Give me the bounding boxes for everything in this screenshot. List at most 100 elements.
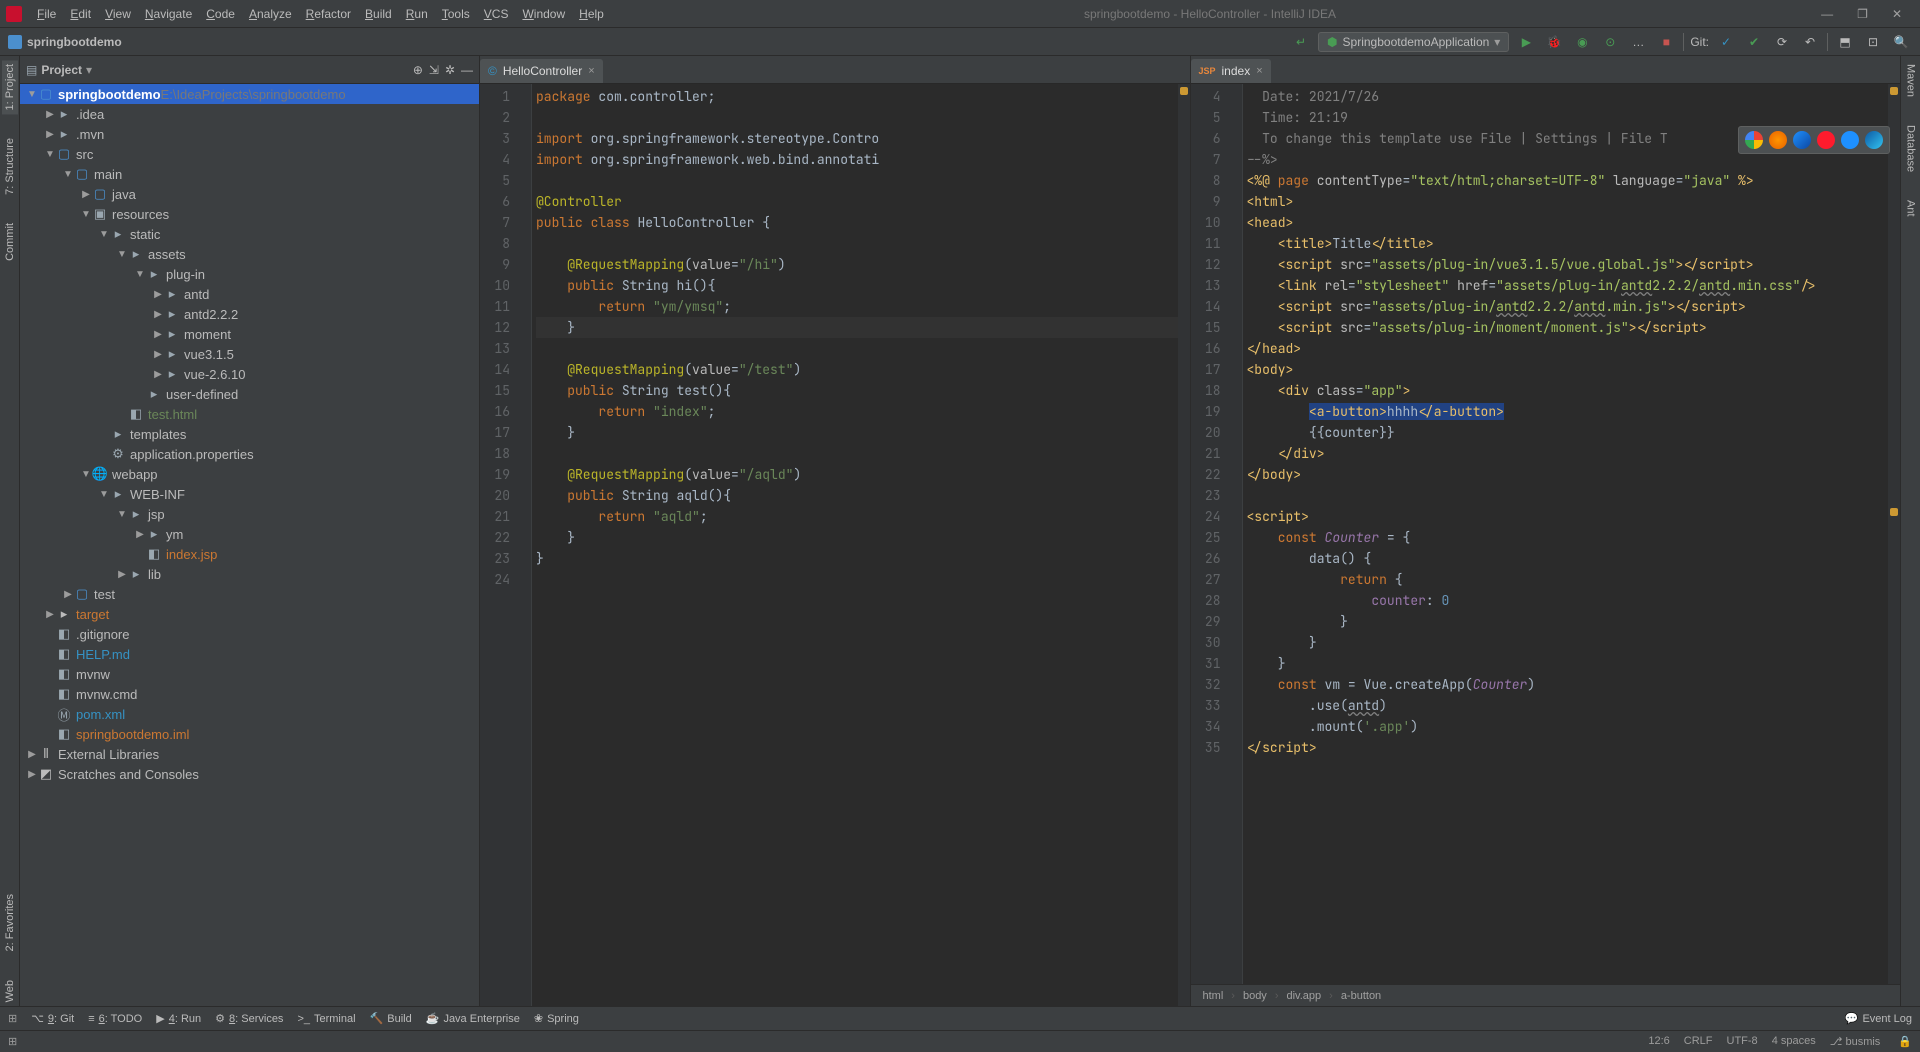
git-branch[interactable]: ⎇ busmis — [1830, 1035, 1881, 1048]
tree-item[interactable]: Ⓜpom.xml — [20, 704, 479, 724]
git-rollback-button[interactable]: ↶ — [1799, 31, 1821, 53]
tree-item[interactable]: ▼🌐webapp — [20, 464, 479, 484]
bottom-spring[interactable]: ❀Spring — [534, 1012, 579, 1025]
tree-item[interactable]: ◧mvnw — [20, 664, 479, 684]
menu-navigate[interactable]: Navigate — [138, 4, 199, 24]
maximize-button[interactable]: ❐ — [1845, 7, 1880, 21]
bottom-todo[interactable]: ≡6: TODO — [88, 1012, 142, 1025]
git-history-button[interactable]: ⟳ — [1771, 31, 1793, 53]
search-icon[interactable]: 🔍 — [1890, 31, 1912, 53]
tree-item[interactable]: ▶▸target — [20, 604, 479, 624]
hammer-back-icon[interactable]: ↵ — [1290, 31, 1312, 53]
menu-edit[interactable]: Edit — [63, 4, 98, 24]
search-everywhere-button[interactable]: ⊡ — [1862, 31, 1884, 53]
tree-item[interactable]: ◧index.jsp — [20, 544, 479, 564]
run-button[interactable]: ▶ — [1515, 31, 1537, 53]
tree-item[interactable]: ▼▣resources — [20, 204, 479, 224]
tree-item[interactable]: ▸user-defined — [20, 384, 479, 404]
tree-item[interactable]: ▼▸static — [20, 224, 479, 244]
tree-item[interactable]: ▶▸vue3.1.5 — [20, 344, 479, 364]
profile-button[interactable]: ⊙ — [1599, 31, 1621, 53]
edge-icon[interactable] — [1865, 131, 1883, 149]
bottom-terminal[interactable]: >_Terminal — [297, 1012, 355, 1025]
settings-button[interactable]: ✲ — [445, 63, 455, 77]
tree-item[interactable]: ▼▸WEB-INF — [20, 484, 479, 504]
menu-vcs[interactable]: VCS — [477, 4, 516, 24]
tree-item[interactable]: ▼▢src — [20, 144, 479, 164]
git-commit-button[interactable]: ✔ — [1743, 31, 1765, 53]
lock-icon[interactable]: 🔒 — [1898, 1035, 1912, 1048]
menu-file[interactable]: File — [30, 4, 63, 24]
minimize-button[interactable]: — — [1809, 7, 1845, 21]
git-update-button[interactable]: ✓ — [1715, 31, 1737, 53]
menu-tools[interactable]: Tools — [435, 4, 477, 24]
close-button[interactable]: ✕ — [1880, 7, 1914, 21]
cursor-position[interactable]: 12:6 — [1648, 1035, 1669, 1048]
line-sep[interactable]: CRLF — [1684, 1035, 1713, 1048]
tree-item[interactable]: ▶▸.idea — [20, 104, 479, 124]
bottom-services[interactable]: ⚙8: Services — [215, 1012, 283, 1025]
side-tab-web[interactable]: Web — [2, 976, 18, 1006]
tree-item[interactable]: ▶▸.mvn — [20, 124, 479, 144]
tree-item[interactable]: ▶▸vue-2.6.10 — [20, 364, 479, 384]
code-area-right[interactable]: 4567891011121314151617181920212223242526… — [1191, 84, 1901, 984]
tree-item[interactable]: ▶▸antd2.2.2 — [20, 304, 479, 324]
firefox-icon[interactable] — [1769, 131, 1787, 149]
menu-help[interactable]: Help — [572, 4, 611, 24]
attach-button[interactable]: … — [1627, 31, 1649, 53]
side-tab-database[interactable]: Database — [1903, 121, 1919, 176]
indent[interactable]: 4 spaces — [1772, 1035, 1816, 1048]
menu-window[interactable]: Window — [515, 4, 572, 24]
tree-item[interactable]: ▶▸moment — [20, 324, 479, 344]
debug-button[interactable]: 🐞 — [1543, 31, 1565, 53]
code-area-left[interactable]: 123456789101112131415161718192021222324 … — [480, 84, 1190, 1006]
tree-item[interactable]: ▶▢test — [20, 584, 479, 604]
bottom-build[interactable]: 🔨Build — [370, 1012, 412, 1025]
tree-item[interactable]: ◧mvnw.cmd — [20, 684, 479, 704]
bottom-javaenterprise[interactable]: ☕Java Enterprise — [426, 1012, 520, 1025]
opera-icon[interactable] — [1817, 131, 1835, 149]
tree-item[interactable]: ◧HELP.md — [20, 644, 479, 664]
ide-update-button[interactable]: ⬒ — [1834, 31, 1856, 53]
menu-analyze[interactable]: Analyze — [242, 4, 299, 24]
coverage-button[interactable]: ◉ — [1571, 31, 1593, 53]
close-tab-icon[interactable]: × — [588, 65, 594, 77]
encoding[interactable]: UTF-8 — [1727, 1035, 1758, 1048]
tree-item[interactable]: ▶⫴External Libraries — [20, 744, 479, 764]
chrome-icon[interactable] — [1745, 131, 1763, 149]
menu-refactor[interactable]: Refactor — [299, 4, 358, 24]
tree-item[interactable]: ⚙application.properties — [20, 444, 479, 464]
tree-item[interactable]: ◧test.html — [20, 404, 479, 424]
tree-item[interactable]: ▼▢main — [20, 164, 479, 184]
close-tab-icon[interactable]: × — [1256, 65, 1262, 77]
editor-tab-hellocontroller[interactable]: © HelloController × — [480, 59, 603, 83]
bottom-run[interactable]: ▶4: Run — [156, 1012, 201, 1025]
tree-item[interactable]: ▶▢java — [20, 184, 479, 204]
event-log-button[interactable]: 💬Event Log — [1845, 1012, 1912, 1025]
editor-tab-index[interactable]: JSP index × — [1191, 59, 1271, 83]
side-tab-ant[interactable]: Ant — [1903, 196, 1919, 221]
tree-root[interactable]: ▼▢springbootdemo E:\IdeaProjects\springb… — [20, 84, 479, 104]
tree-item[interactable]: ▶▸ym — [20, 524, 479, 544]
ie-icon[interactable] — [1841, 131, 1859, 149]
safari-icon[interactable] — [1793, 131, 1811, 149]
tree-item[interactable]: ▼▸plug-in — [20, 264, 479, 284]
tree-item[interactable]: ▶◩Scratches and Consoles — [20, 764, 479, 784]
side-tab-project[interactable]: 1: Project — [2, 60, 18, 114]
tree-item[interactable]: ◧.gitignore — [20, 624, 479, 644]
locate-button[interactable]: ⊕ — [413, 63, 423, 77]
tree-item[interactable]: ◧springbootdemo.iml — [20, 724, 479, 744]
tree-item[interactable]: ▼▸assets — [20, 244, 479, 264]
hide-button[interactable]: — — [461, 63, 473, 77]
project-panel-title[interactable]: Project — [41, 63, 82, 77]
side-tab-commit[interactable]: Commit — [2, 219, 18, 265]
tree-item[interactable]: ▸templates — [20, 424, 479, 444]
run-config-selector[interactable]: ⬢ SpringbootdemoApplication ▾ — [1318, 32, 1509, 52]
stop-button[interactable]: ■ — [1655, 31, 1677, 53]
side-tab-favorites[interactable]: 2: Favorites — [2, 890, 18, 955]
tree-item[interactable]: ▼▸jsp — [20, 504, 479, 524]
side-tab-structure[interactable]: 7: Structure — [2, 134, 18, 199]
bottom-git[interactable]: ⌥9: Git — [31, 1012, 74, 1025]
tree-item[interactable]: ▶▸lib — [20, 564, 479, 584]
menu-code[interactable]: Code — [199, 4, 242, 24]
